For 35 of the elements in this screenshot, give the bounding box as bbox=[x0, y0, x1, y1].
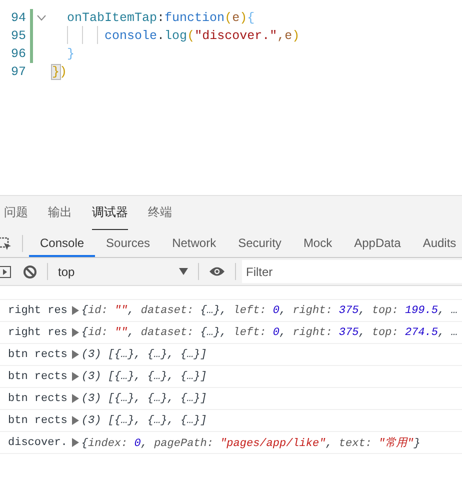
devtools-tab[interactable]: Sources bbox=[95, 230, 162, 257]
console-message[interactable]: btn rects (3) [{…}, {…}, {…}] bbox=[0, 366, 462, 388]
expand-arrow-icon[interactable] bbox=[72, 328, 80, 337]
console-message[interactable]: btn rects (3) [{…}, {…}, {…}] bbox=[0, 388, 462, 410]
panel-tab[interactable]: 问题 bbox=[4, 196, 28, 230]
line-number: 95 bbox=[10, 29, 26, 43]
expand-arrow-icon[interactable] bbox=[72, 306, 80, 315]
line-number: 94 bbox=[10, 11, 26, 25]
devtools-tab[interactable]: AppData bbox=[343, 230, 412, 257]
line-number: 97 bbox=[10, 65, 26, 79]
expand-arrow-icon[interactable] bbox=[72, 416, 80, 425]
console-message[interactable]: right res {id: "", dataset: {…}, left: 0, right: 375, top: 274.5, … bbox=[0, 322, 462, 344]
expand-arrow-icon[interactable] bbox=[72, 438, 80, 447]
code-line: }) bbox=[52, 65, 68, 79]
devtools-tab[interactable]: Mock bbox=[292, 230, 344, 257]
expand-arrow-icon[interactable] bbox=[72, 372, 80, 381]
fold-chevron-icon[interactable] bbox=[37, 15, 46, 21]
caret-icon bbox=[179, 268, 188, 275]
filter-field[interactable]: Filter bbox=[242, 260, 462, 283]
console-message[interactable]: btn rects (3) [{…}, {…}, {…}] bbox=[0, 344, 462, 366]
expand-arrow-icon[interactable] bbox=[72, 394, 80, 403]
panel-tab[interactable]: 终端 bbox=[148, 196, 172, 230]
devtools-tab[interactable]: Security bbox=[227, 230, 292, 257]
line-number: 96 bbox=[10, 47, 26, 61]
console-message[interactable]: btn rects (3) [{…}, {…}, {…}] bbox=[0, 410, 462, 432]
panel-tab[interactable]: 输出 bbox=[48, 196, 72, 230]
console-message[interactable]: right res {id: "", dataset: {…}, left: 0, right: 375, top: 199.5, … bbox=[0, 299, 462, 322]
code-line: console.log("discover.",e) bbox=[52, 29, 300, 43]
devtools-tab[interactable]: Audits bbox=[412, 230, 462, 257]
context-select[interactable]: top bbox=[54, 258, 192, 285]
code-line: } bbox=[66, 47, 75, 61]
expand-arrow-icon[interactable] bbox=[72, 350, 80, 359]
devtools-tab[interactable]: Network bbox=[161, 230, 228, 257]
code-line: onTabItemTap:function(e){ bbox=[66, 11, 255, 25]
console-message[interactable]: discover. {index: 0, pagePath: "pages/app/like", text: "常用"} bbox=[0, 432, 462, 454]
